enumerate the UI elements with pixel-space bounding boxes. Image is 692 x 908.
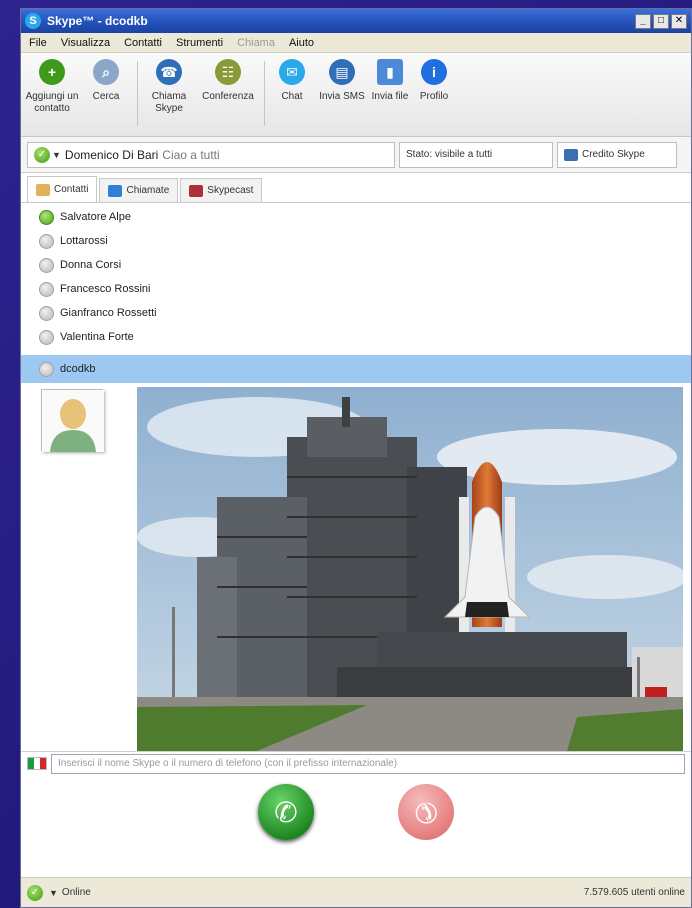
list-item[interactable]: Donna Corsi xyxy=(21,253,691,277)
sms-icon: ▤ xyxy=(329,59,355,85)
list-item[interactable]: Valentina Forte xyxy=(21,325,691,349)
menu-view[interactable]: Visualizza xyxy=(61,37,110,49)
selected-contact[interactable]: dcodkb xyxy=(21,355,691,383)
search-people-icon: ⌕ xyxy=(93,59,119,85)
offline-status-icon xyxy=(39,329,54,345)
users-online-count: 7.579.605 utenti online xyxy=(583,887,685,898)
hangup-icon: ✆ xyxy=(406,792,446,832)
chat-icon: ✉ xyxy=(279,59,305,85)
profile-button[interactable]: i Profilo xyxy=(411,59,457,136)
bottom-status-bar: ✓ ▼ Online 7.579.605 utenti online xyxy=(21,877,691,907)
video-image xyxy=(137,387,683,751)
tab-skypecast[interactable]: Skypecast xyxy=(180,178,263,202)
contact-list: Salvatore Alpe Lottarossi Donna Corsi Fr… xyxy=(21,205,691,383)
chevron-down-icon[interactable]: ▼ xyxy=(52,150,61,160)
conference-icon: ☷ xyxy=(215,59,241,85)
online-status-icon[interactable]: ✓ xyxy=(27,884,43,901)
offline-status-icon xyxy=(39,281,54,297)
call-button[interactable]: ✆ xyxy=(258,784,314,840)
skype-credit-button[interactable]: Credito Skype xyxy=(557,141,677,168)
status-text: Online xyxy=(61,887,91,898)
offline-status-icon xyxy=(39,257,54,273)
tab-calls[interactable]: Chiamate xyxy=(99,178,179,202)
call-area xyxy=(21,383,691,751)
phone-icon: ☎ xyxy=(156,59,182,85)
skypecast-tab-icon xyxy=(189,184,204,197)
minimize-button[interactable]: _ xyxy=(635,13,651,29)
menu-call[interactable]: Chiama xyxy=(237,37,275,49)
search-button[interactable]: ⌕ Cerca xyxy=(79,59,133,136)
toolbar-separator xyxy=(137,61,138,126)
menu-contacts[interactable]: Contatti xyxy=(124,37,162,49)
skype-window: S Skype™ - dcodkb _ □ ✕ File Visualizza … xyxy=(20,8,692,908)
dial-input[interactable]: Inserisci il nome Skype o il numero di t… xyxy=(51,753,685,774)
close-button[interactable]: ✕ xyxy=(671,13,687,29)
mood-message[interactable]: Ciao a tutti xyxy=(162,148,219,162)
contacts-tab-icon xyxy=(36,183,50,196)
online-status-icon[interactable]: ✓ xyxy=(34,146,50,163)
title-bar: S Skype™ - dcodkb _ □ ✕ xyxy=(21,9,691,33)
video-feed xyxy=(137,387,683,751)
list-item[interactable]: Gianfranco Rossetti xyxy=(21,301,691,325)
toolbar: + Aggiungi un contatto ⌕ Cerca ☎ Chiama … xyxy=(21,53,691,137)
menu-bar: File Visualizza Contatti Strumenti Chiam… xyxy=(21,33,691,53)
hangup-button[interactable]: ✆ xyxy=(398,784,454,840)
phone-icon: ✆ xyxy=(274,796,298,828)
send-file-icon: ▮ xyxy=(377,59,403,85)
maximize-button[interactable]: □ xyxy=(653,13,669,29)
chat-button[interactable]: ✉ Chat xyxy=(269,59,315,136)
list-item[interactable]: Francesco Rossini xyxy=(21,277,691,301)
window-title: Skype™ - dcodkb xyxy=(47,14,148,28)
status-row: ✓ ▼ Domenico Di Bari Ciao a tutti Stato:… xyxy=(21,137,691,173)
calls-tab-icon xyxy=(108,184,123,197)
call-buttons: ✆ ✆ xyxy=(21,775,691,849)
send-sms-button[interactable]: ▤ Invia SMS xyxy=(315,59,369,136)
offline-status-icon xyxy=(39,361,54,377)
dial-row: Inserisci il nome Skype o il numero di t… xyxy=(21,751,691,775)
avatar xyxy=(41,389,104,452)
add-contact-button[interactable]: + Aggiungi un contatto xyxy=(25,59,79,136)
tab-contacts[interactable]: Contatti xyxy=(27,176,98,202)
credit-icon xyxy=(564,148,578,161)
send-file-button[interactable]: ▮ Invia file xyxy=(369,59,411,136)
offline-status-icon xyxy=(39,233,54,249)
default-avatar-icon xyxy=(42,390,104,452)
skype-logo-icon: S xyxy=(25,13,41,29)
italy-flag-icon[interactable] xyxy=(27,757,47,770)
status-mood-box[interactable]: ✓ ▼ Domenico Di Bari Ciao a tutti xyxy=(27,141,395,168)
online-status-icon xyxy=(39,209,54,225)
info-icon: i xyxy=(421,59,447,85)
menu-help[interactable]: Aiuto xyxy=(289,37,314,49)
add-contact-icon: + xyxy=(39,59,65,85)
menu-tools[interactable]: Strumenti xyxy=(176,37,223,49)
conference-button[interactable]: ☷ Conferenza xyxy=(196,59,260,136)
list-item[interactable]: Lottarossi xyxy=(21,229,691,253)
menu-file[interactable]: File xyxy=(29,37,47,49)
status-selector[interactable]: Stato: visibile a tutti xyxy=(399,141,553,168)
toolbar-separator xyxy=(264,61,265,126)
call-skype-button[interactable]: ☎ Chiama Skype xyxy=(142,59,196,136)
chevron-down-icon[interactable]: ▼ xyxy=(49,888,58,898)
offline-status-icon xyxy=(39,305,54,321)
user-name: Domenico Di Bari xyxy=(64,147,159,162)
list-item[interactable]: Salvatore Alpe xyxy=(21,205,691,229)
tab-bar: Contatti Chiamate Skypecast xyxy=(21,173,691,203)
